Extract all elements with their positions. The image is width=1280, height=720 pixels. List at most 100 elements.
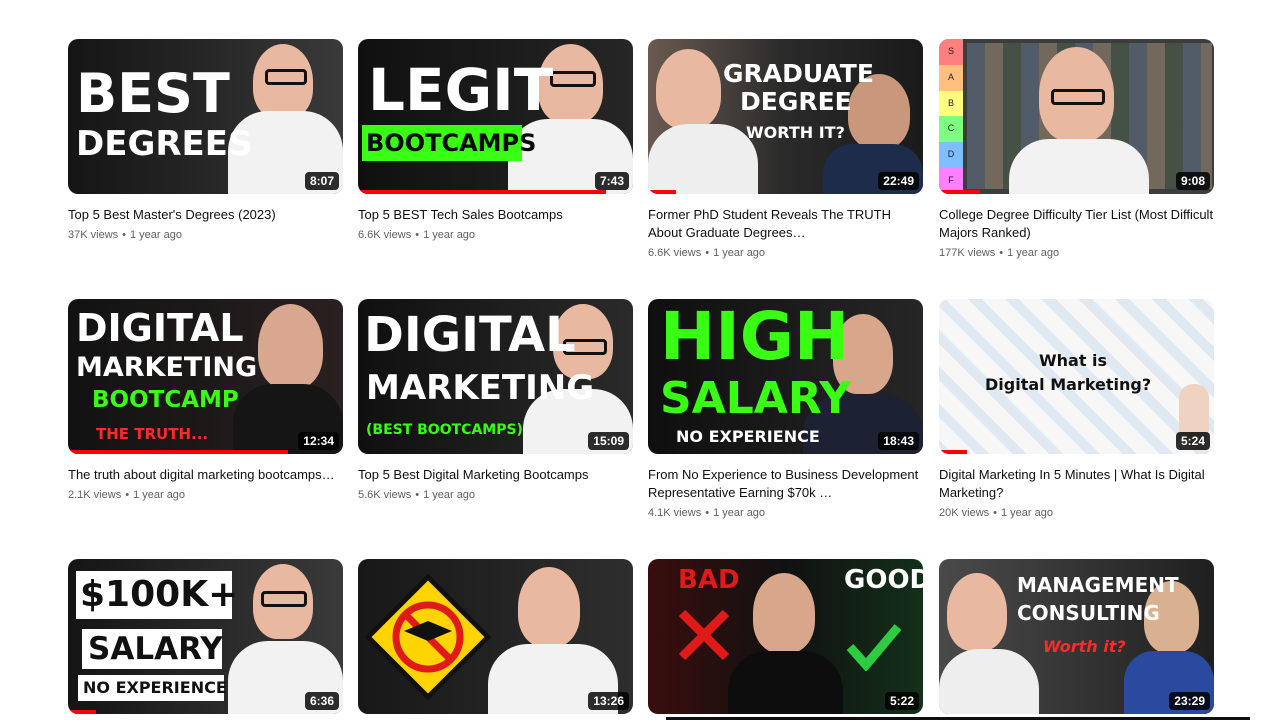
video-title[interactable]: Former PhD Student Reveals The TRUTH Abo… [648,206,923,242]
video-duration: 12:34 [298,432,339,450]
thumbnail-text: GOOD [844,565,923,595]
video-duration: 23:29 [1169,692,1210,710]
video-duration: 8:07 [304,172,339,190]
thumbnail-text: HIGH [660,299,850,375]
thumbnail-text: DIGITAL [364,307,576,363]
upload-age: 1 year ago [1001,507,1053,519]
glasses-icon [265,69,307,85]
video-title[interactable]: The truth about digital marketing bootca… [68,466,343,484]
video-card[interactable]: LEGIT BOOTCAMPS 7:43 Top 5 BEST Tech Sal… [358,39,633,241]
upload-age: 1 year ago [1007,247,1060,259]
thumbnail-text: Digital Marketing? [985,375,1152,394]
video-thumbnail[interactable]: HIGH SALARY NO EXPERIENCE 18:43 [648,299,923,454]
video-stats: 4.1K views • 1 year ago [648,507,766,519]
video-card[interactable]: DIGITAL MARKETING (BEST BOOTCAMPS) 15:09… [358,299,633,501]
video-duration: 22:49 [878,172,919,190]
person-image [1009,139,1149,194]
upload-age: 1 year ago [130,229,182,241]
thumbnail-text: BAD [678,565,740,595]
tier-label: C [939,116,963,143]
view-count: 6.6K views [648,247,702,259]
video-duration: 5:22 [884,692,919,710]
video-duration: 7:43 [594,172,629,190]
thumbnail-text: What is [1039,351,1108,370]
upload-age: 1 year ago [133,489,186,501]
view-count: 37K views [68,229,119,241]
video-thumbnail[interactable]: BAD GOOD 5:22 [648,559,923,714]
view-count: 2.1K views [68,489,122,501]
watch-progress-bar [68,710,96,714]
view-count: 177K views [939,247,996,259]
video-duration: 13:26 [588,692,629,710]
video-stats: 5.6K views • 1 year ago [358,489,476,501]
video-thumbnail[interactable]: $100K+ SALARY NO EXPERIENCE 6:36 [68,559,343,714]
person-image [753,573,815,653]
video-title[interactable]: Digital Marketing In 5 Minutes | What Is… [939,466,1214,502]
thumbnail-text: CONSULTING [1017,601,1160,625]
thumbnail-text: (BEST BOOTCAMPS) [366,422,523,438]
video-thumbnail[interactable]: BEST DEGREES 8:07 [68,39,343,194]
thumbnail-text: DIGITAL [76,306,244,350]
thumbnail-text: DEGREES [76,124,253,164]
watch-progress-bar [939,190,981,194]
video-thumbnail[interactable]: GRADUATE DEGREE WORTH IT? 22:49 [648,39,923,194]
video-title[interactable]: Top 5 BEST Tech Sales Bootcamps [358,206,633,224]
video-card[interactable]: What is Digital Marketing? 5:24 Digital … [939,299,1214,519]
video-card[interactable]: BEST DEGREES 8:07 Top 5 Best Master's De… [68,39,343,241]
tier-list: S A B C D F [939,39,963,194]
tier-label: A [939,64,963,91]
glasses-icon [550,71,596,87]
video-thumbnail[interactable]: DIGITAL MARKETING BOOTCAMP THE TRUTH... … [68,299,343,454]
video-title[interactable]: Top 5 Best Master's Degrees (2023) [68,206,343,224]
video-card[interactable]: S A B C D F 9:08 College Degree Difficul… [939,39,1214,259]
person-image [947,573,1007,651]
thumbnail-text: SALARY [660,373,852,424]
thumbnail-text: WORTH IT? [746,123,845,142]
thumbnail-text: NO EXPERIENCE [83,678,227,697]
video-title[interactable]: From No Experience to Business Developme… [648,466,923,502]
video-stats: 177K views • 1 year ago [939,247,1060,259]
thumbnail-text: MARKETING [76,352,258,383]
video-thumbnail[interactable]: 13:26 [358,559,633,714]
video-thumbnail[interactable]: What is Digital Marketing? 5:24 [939,299,1214,454]
view-count: 6.6K views [358,229,412,241]
video-thumbnail[interactable]: LEGIT BOOTCAMPS 7:43 [358,39,633,194]
video-duration: 6:36 [304,692,339,710]
video-thumbnail[interactable]: S A B C D F 9:08 [939,39,1214,194]
video-stats: 20K views • 1 year ago [939,507,1053,519]
warning-sign-icon [364,573,492,701]
video-title[interactable]: Top 5 Best Digital Marketing Bootcamps [358,466,633,484]
thumbnail-text: MARKETING [366,368,595,408]
watch-progress-bar [648,190,676,194]
view-count: 4.1K views [648,507,702,519]
thumbnail-text: LEGIT [368,56,554,124]
video-card[interactable]: 13:26 [358,559,633,714]
video-card[interactable]: GRADUATE DEGREE WORTH IT? 22:49 Former P… [648,39,923,259]
thumbnail-text: NO EXPERIENCE [676,427,820,446]
video-card[interactable]: $100K+ SALARY NO EXPERIENCE 6:36 [68,559,343,714]
view-count: 5.6K views [358,489,412,501]
video-duration: 15:09 [588,432,629,450]
video-stats: 2.1K views • 1 year ago [68,489,186,501]
thumbnail-text: THE TRUTH... [96,425,209,443]
video-stats: 6.6K views • 1 year ago [358,229,476,241]
video-duration: 9:08 [1175,172,1210,190]
video-duration: 18:43 [878,432,919,450]
person-image [518,567,580,647]
video-duration: 5:24 [1175,432,1210,450]
video-title[interactable]: College Degree Difficulty Tier List (Mos… [939,206,1214,242]
thumbnail-text: BOOTCAMP [92,387,239,413]
thumbnail-text: MANAGEMENT [1017,573,1179,597]
glasses-icon [1051,89,1105,105]
video-card[interactable]: BAD GOOD 5:22 [648,559,923,714]
upload-age: 1 year ago [423,229,476,241]
video-thumbnail[interactable]: MANAGEMENT CONSULTING Worth it? 23:29 [939,559,1214,714]
video-card[interactable]: MANAGEMENT CONSULTING Worth it? 23:29 [939,559,1214,714]
video-thumbnail[interactable]: DIGITAL MARKETING (BEST BOOTCAMPS) 15:09 [358,299,633,454]
watch-progress-bar [358,190,606,194]
video-card[interactable]: HIGH SALARY NO EXPERIENCE 18:43 From No … [648,299,923,519]
thumbnail-text: DEGREE [740,87,852,116]
video-card[interactable]: DIGITAL MARKETING BOOTCAMP THE TRUTH... … [68,299,343,501]
watch-progress-bar [939,450,967,454]
glasses-icon [261,591,307,607]
